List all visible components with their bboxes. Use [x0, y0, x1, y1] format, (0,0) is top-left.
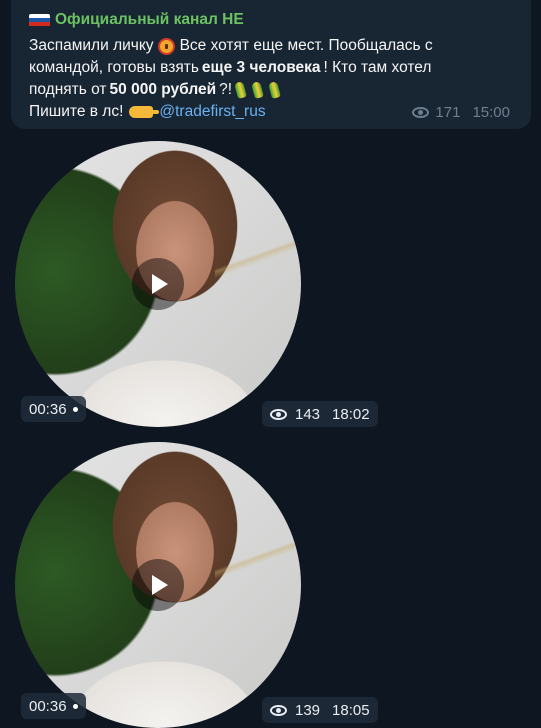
- duration-text: 00:36: [29, 697, 67, 715]
- text-line3-b: ?!: [219, 81, 233, 98]
- eye-icon: [270, 408, 287, 420]
- round-video-2[interactable]: [15, 442, 301, 728]
- eye-icon: [412, 107, 430, 118]
- message-bubble[interactable]: Официальный канал НЕ Заспамили личку Все…: [11, 0, 531, 129]
- unplayed-dot-icon: [72, 703, 78, 709]
- video-duration-1: 00:36: [21, 396, 86, 422]
- message-time: 15:00: [472, 104, 510, 121]
- video-meta-1: 143 18:02: [262, 401, 378, 427]
- text-line2-b: ! Кто там хотел: [323, 59, 432, 76]
- view-count: 171: [435, 104, 461, 121]
- video-meta-2: 139 18:05: [262, 697, 378, 723]
- corn-emoji-icon: [251, 81, 264, 99]
- text-line1-a: Заспамили личку: [29, 37, 154, 54]
- channel-link[interactable]: @tradefirst_rus: [159, 101, 265, 123]
- channel-name-row[interactable]: Официальный канал НЕ: [29, 11, 244, 29]
- text-line1-b: Все хотят еще мест. Пообщалась с: [179, 37, 433, 54]
- text-line2-bold: еще 3 человека: [201, 59, 321, 76]
- round-video-1[interactable]: [15, 141, 301, 427]
- play-icon[interactable]: [132, 559, 184, 611]
- corn-emoji-icon: [268, 81, 281, 99]
- unplayed-dot-icon: [72, 406, 78, 412]
- alarm-emoji-icon: [157, 37, 175, 55]
- text-line3-bold: 50 000 рублей: [109, 81, 217, 98]
- message-time: 18:02: [332, 405, 370, 423]
- corn-emoji-icon: [234, 81, 247, 99]
- russia-flag-icon: [29, 13, 50, 27]
- video-duration-2: 00:36: [21, 693, 86, 719]
- text-line3-a: поднять от: [29, 81, 107, 98]
- duration-text: 00:36: [29, 400, 67, 418]
- play-icon[interactable]: [132, 258, 184, 310]
- message-meta: 171 15:00: [412, 104, 510, 121]
- message-time: 18:05: [332, 701, 370, 719]
- text-line4-a: Пишите в лс!: [29, 103, 124, 120]
- view-count: 139: [295, 701, 321, 719]
- text-line2-a: командой, готовы взять: [29, 59, 199, 76]
- pointing-hand-emoji-icon: [129, 106, 160, 118]
- channel-name[interactable]: Официальный канал НЕ: [55, 11, 244, 29]
- view-count: 143: [295, 405, 321, 423]
